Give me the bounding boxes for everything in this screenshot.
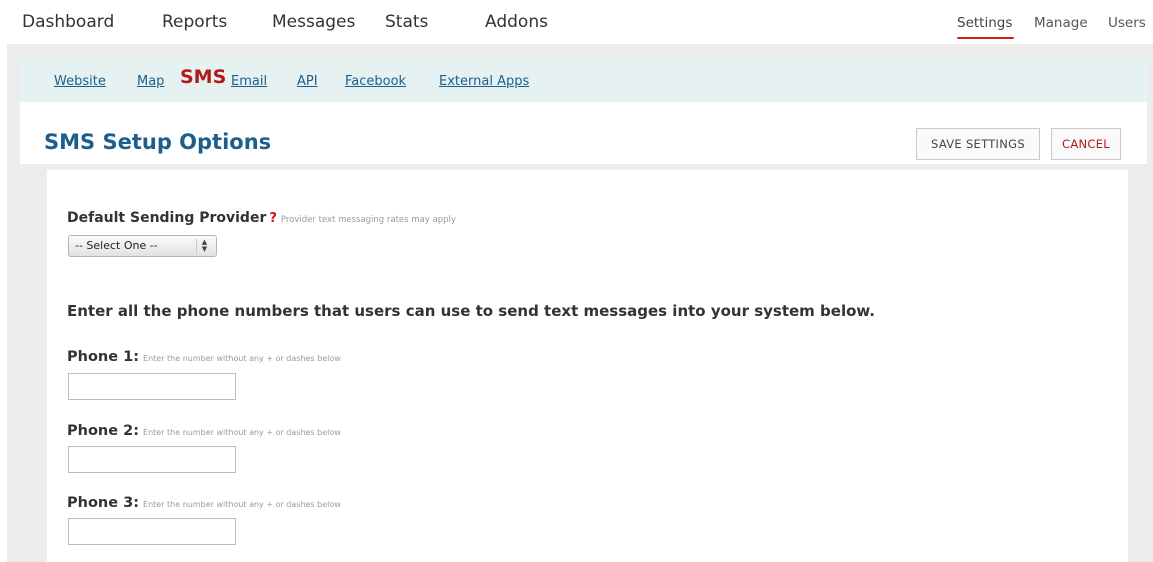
phone-2-input[interactable] [68, 446, 236, 473]
top-navigation: Dashboard Reports Messages Stats Addons … [0, 0, 1153, 44]
phone-3-label-text: Phone 3: [67, 495, 140, 511]
provider-label-text: Default Sending Provider [67, 210, 267, 226]
phone-2-label-text: Phone 2: [67, 423, 140, 439]
tab-email[interactable]: Email [231, 74, 267, 89]
cancel-button[interactable]: CANCEL [1051, 128, 1121, 160]
phone-instructions: Enter all the phone numbers that users c… [67, 302, 875, 320]
provider-hint: Provider text messaging rates may apply [280, 215, 456, 225]
select-arrows-icon: ▲ ▼ [196, 239, 212, 253]
tab-external-apps[interactable]: External Apps [439, 74, 529, 89]
active-nav-indicator [957, 37, 1014, 39]
settings-subtabs: Website Map SMS Email API Facebook Exter… [20, 58, 1147, 102]
tab-api[interactable]: API [297, 74, 318, 89]
phone-1-input[interactable] [68, 373, 236, 400]
phone-1-label: Phone 1: Enter the number without any + o… [67, 349, 341, 365]
nav-dashboard[interactable]: Dashboard [22, 12, 114, 32]
tab-map[interactable]: Map [137, 74, 164, 89]
page-header: SMS Setup Options SAVE SETTINGS CANCEL [20, 102, 1147, 164]
nav-addons[interactable]: Addons [485, 12, 548, 32]
phone-3-input[interactable] [68, 518, 236, 545]
page-title: SMS Setup Options [44, 130, 272, 154]
nav-manage[interactable]: Manage [1034, 15, 1088, 31]
phone-1-hint: Enter the number without any + or dashes… [143, 354, 341, 363]
tab-facebook[interactable]: Facebook [345, 74, 406, 89]
tab-sms[interactable]: SMS [180, 66, 226, 88]
phone-3-hint: Enter the number without any + or dashes… [143, 500, 341, 509]
nav-users[interactable]: Users [1108, 15, 1146, 31]
provider-field-label: Default Sending Provider? Provider text m… [67, 210, 456, 226]
nav-reports[interactable]: Reports [162, 12, 227, 32]
save-settings-button[interactable]: SAVE SETTINGS [916, 128, 1040, 160]
nav-stats[interactable]: Stats [385, 12, 428, 32]
phone-1-label-text: Phone 1: [67, 349, 140, 365]
provider-select[interactable]: -- Select One -- ▲ ▼ [68, 235, 217, 257]
provider-select-value: -- Select One -- [75, 239, 158, 252]
phone-2-hint: Enter the number without any + or dashes… [143, 428, 341, 437]
nav-messages[interactable]: Messages [272, 12, 355, 32]
phone-2-label: Phone 2: Enter the number without any + o… [67, 423, 341, 439]
phone-3-label: Phone 3: Enter the number without any + o… [67, 495, 341, 511]
nav-settings[interactable]: Settings [957, 15, 1012, 31]
help-icon[interactable]: ? [269, 211, 277, 226]
tab-website[interactable]: Website [54, 74, 106, 89]
